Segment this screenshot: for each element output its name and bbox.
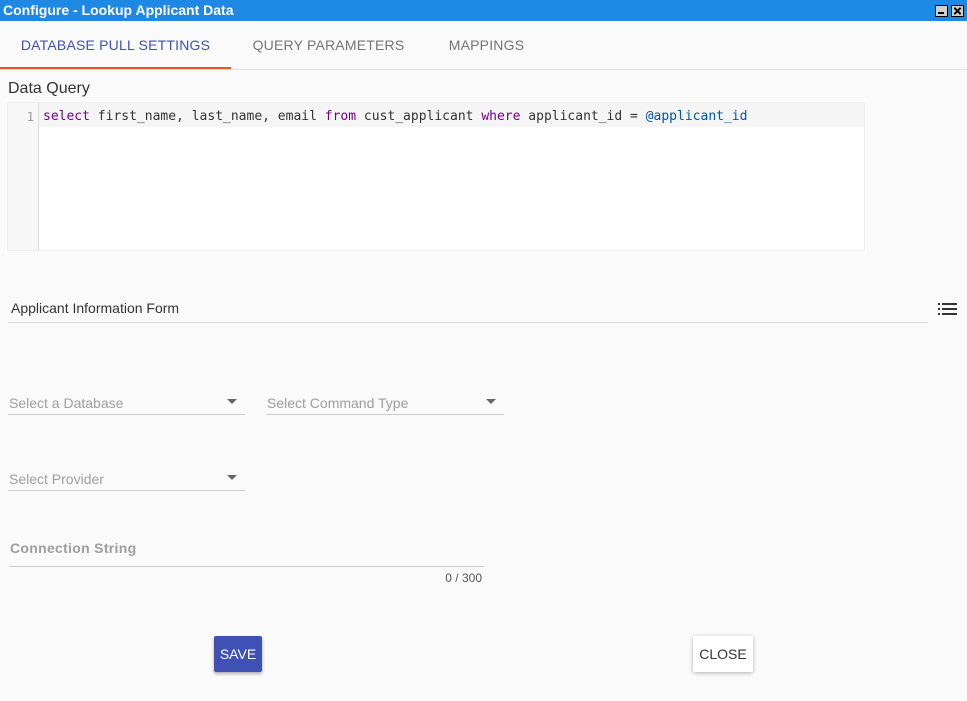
chevron-down-icon (227, 399, 237, 404)
connection-string-placeholder: Connection String (10, 540, 137, 556)
minimize-button[interactable] (935, 5, 948, 17)
close-window-button[interactable] (951, 5, 964, 17)
code-text: cust_applicant (356, 109, 482, 124)
provider-select-placeholder: Select Provider (9, 471, 104, 487)
save-button[interactable]: SAVE (214, 636, 262, 672)
line-number: 1 (26, 110, 34, 124)
query-variable: @applicant_id (645, 109, 748, 124)
editor-gutter: 1 (8, 103, 39, 250)
character-counter: 0 / 300 (445, 571, 482, 585)
command-type-select-placeholder: Select Command Type (267, 395, 409, 411)
code-text: applicant_id = (520, 109, 646, 124)
connection-string-input[interactable]: Connection String (9, 536, 484, 567)
keyword-where: where (481, 109, 521, 124)
code-line[interactable]: select first_name, last_name, email from… (39, 103, 864, 127)
database-select[interactable]: Select a Database (8, 388, 245, 415)
chevron-down-icon (227, 475, 237, 480)
tab-query-parameters[interactable]: QUERY PARAMETERS (231, 21, 426, 69)
code-text: first_name, last_name, email (89, 109, 325, 124)
command-type-select[interactable]: Select Command Type (266, 388, 504, 415)
list-icon[interactable] (938, 303, 957, 316)
keyword-select: select (43, 109, 90, 124)
database-select-placeholder: Select a Database (9, 395, 124, 411)
chevron-down-icon (486, 399, 496, 404)
tab-mappings[interactable]: MAPPINGS (426, 21, 547, 69)
data-query-editor[interactable]: 1 select first_name, last_name, email fr… (7, 102, 865, 251)
window-titlebar: Configure - Lookup Applicant Data (0, 0, 967, 21)
form-select-field[interactable]: Applicant Information Form (8, 296, 928, 323)
keyword-from: from (324, 109, 357, 124)
form-value: Applicant Information Form (11, 300, 180, 316)
provider-select[interactable]: Select Provider (8, 464, 245, 491)
tab-database-pull-settings[interactable]: DATABASE PULL SETTINGS (0, 21, 231, 69)
data-query-label: Data Query (8, 80, 90, 97)
close-button[interactable]: CLOSE (693, 636, 753, 672)
tab-bar: DATABASE PULL SETTINGS QUERY PARAMETERS … (0, 21, 967, 70)
window-title: Configure - Lookup Applicant Data (3, 2, 234, 18)
